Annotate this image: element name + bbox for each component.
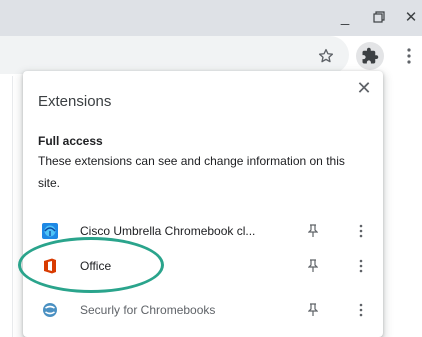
extension-name: Securly for Chromebooks xyxy=(80,303,216,317)
minimize-button[interactable]: _ xyxy=(334,6,356,28)
section-description: These extensions can see and change info… xyxy=(38,154,345,190)
pin-button[interactable] xyxy=(306,301,320,319)
close-icon: ✕ xyxy=(404,9,418,26)
pin-icon xyxy=(308,303,318,316)
extension-name: Cisco Umbrella Chromebook cl... xyxy=(80,224,256,238)
extensions-button[interactable] xyxy=(356,42,384,70)
restore-button[interactable] xyxy=(368,6,390,28)
popup-close-button[interactable]: ✕ xyxy=(354,76,374,100)
popup-title: Extensions xyxy=(38,93,112,110)
extensions-popup: Extensions ✕ Full access These extension… xyxy=(23,71,383,337)
extension-row-securly[interactable]: Securly for Chromebooks xyxy=(23,290,383,330)
close-icon: ✕ xyxy=(356,77,372,98)
pin-icon xyxy=(308,259,318,272)
kebab-menu-icon xyxy=(407,48,411,64)
page-divider xyxy=(12,76,13,337)
minimize-icon: _ xyxy=(340,8,350,26)
address-bar[interactable] xyxy=(0,36,349,74)
extension-row-cisco-umbrella[interactable]: Cisco Umbrella Chromebook cl... xyxy=(23,211,383,251)
kebab-menu-icon xyxy=(359,303,363,317)
securly-icon xyxy=(41,301,59,319)
puzzle-icon xyxy=(362,47,379,64)
extension-more-button[interactable] xyxy=(355,301,367,319)
bookmark-star-button[interactable] xyxy=(312,42,340,70)
extension-more-button[interactable] xyxy=(355,257,367,275)
section-title: Full access xyxy=(38,134,103,148)
star-icon xyxy=(318,48,334,63)
extension-name: Office xyxy=(80,259,112,273)
office-icon xyxy=(41,257,59,275)
cisco-umbrella-icon xyxy=(41,222,59,240)
close-window-button[interactable]: ✕ xyxy=(400,6,422,28)
kebab-menu-icon xyxy=(359,259,363,273)
window-titlebar: _ ✕ xyxy=(0,0,422,36)
browser-menu-button[interactable] xyxy=(395,42,422,70)
pin-button[interactable] xyxy=(306,257,320,275)
extension-more-button[interactable] xyxy=(355,222,367,240)
restore-icon xyxy=(373,11,385,23)
pin-icon xyxy=(308,224,318,237)
extension-row-office[interactable]: Office xyxy=(23,246,383,286)
kebab-menu-icon xyxy=(359,224,363,238)
browser-toolbar xyxy=(0,36,422,76)
pin-button[interactable] xyxy=(306,222,320,240)
